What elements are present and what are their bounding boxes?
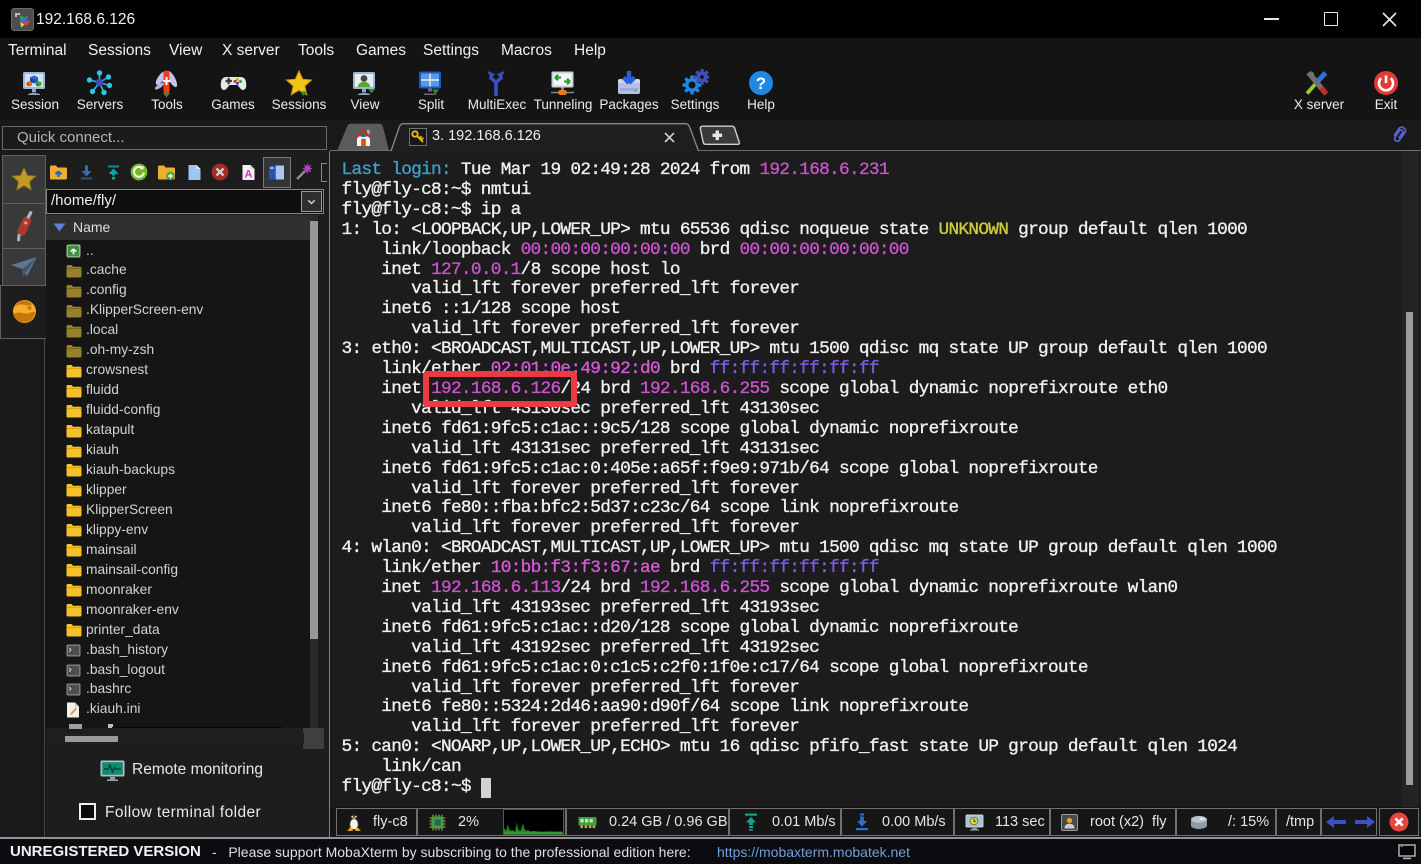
- svg-text:?: ?: [756, 74, 766, 93]
- svg-text:A: A: [244, 168, 252, 180]
